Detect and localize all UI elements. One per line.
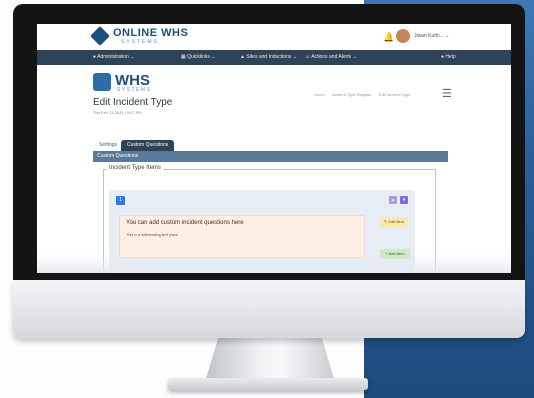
top-bar: ONLINE WHS SYSTEMS 🔔 Jiwan Kuthi... ⌄: [37, 24, 511, 51]
nav-label: Sites and Inductions: [246, 54, 292, 60]
nav-item-sites[interactable]: ▲ Sites and Inductions ⌄: [240, 54, 297, 60]
breadcrumb-current: Edit Incident Type: [378, 92, 411, 97]
filter-sliders-icon[interactable]: ☰: [442, 87, 452, 100]
brand-logo-icon: [90, 26, 110, 46]
nav-label: Administration: [97, 54, 129, 60]
section-header: Custom Questions: [93, 151, 448, 162]
breadcrumb-home[interactable]: Home: [314, 92, 325, 97]
nav-item-actions[interactable]: ☺ Actions and Alerts ⌄: [305, 54, 357, 60]
nav-label: Quicklinks: [187, 54, 210, 60]
nav-label: Actions and Alerts: [311, 54, 352, 60]
breadcrumb: Home Incident Type Register Edit Inciden…: [314, 92, 416, 97]
tab-custom-questions[interactable]: Custom Questions: [121, 140, 175, 151]
monitor-chin: [13, 280, 525, 338]
user-name: Jiwan Kuthi...: [414, 33, 444, 39]
nav-item-quicklinks[interactable]: ▦ Quicklinks ⌄: [181, 54, 216, 60]
imac-monitor: ONLINE WHS SYSTEMS 🔔 Jiwan Kuthi... ⌄ ● …: [13, 4, 525, 338]
brand-subtitle: SYSTEMS: [121, 39, 159, 45]
app-screen: ONLINE WHS SYSTEMS 🔔 Jiwan Kuthi... ⌄ ● …: [37, 24, 511, 273]
page-date: Thu Feb 13 2025 | 9:07 PM: [93, 110, 142, 115]
avatar[interactable]: [396, 29, 410, 43]
edit-item-button[interactable]: ✎ Edit Item: [380, 217, 408, 227]
nav-label: Help: [445, 54, 456, 60]
move-down-icon[interactable]: ▾: [400, 196, 408, 204]
whs-logo-icon: [93, 73, 111, 91]
item-index-button[interactable]: 1: [116, 196, 125, 205]
fieldset-legend: Incident Type Items: [107, 165, 163, 171]
notification-bell-icon[interactable]: 🔔: [383, 32, 394, 43]
nav-item-administration[interactable]: ● Administration ⌄: [93, 54, 134, 60]
breadcrumb-register[interactable]: Incident Type Register: [332, 92, 372, 97]
question-card-subheading: This is a subheading text place: [126, 233, 179, 237]
tab-settings[interactable]: Settings: [93, 140, 123, 151]
user-menu[interactable]: Jiwan Kuthi... ⌄: [414, 33, 449, 39]
screen-bottom-fade: [37, 254, 511, 273]
page-area: WHS SYSTEMS Edit Incident Type Thu Feb 1…: [37, 65, 511, 273]
move-up-icon[interactable]: ▴: [389, 196, 397, 204]
page-title: Edit Incident Type: [93, 97, 173, 108]
main-navbar: ● Administration ⌄ ▦ Quicklinks ⌄ ▲ Site…: [37, 50, 511, 65]
question-card-title: You can add custom incident questions he…: [126, 220, 244, 226]
monitor-stand-base: [168, 378, 368, 390]
brand-name[interactable]: ONLINE WHS: [113, 27, 188, 39]
edit-item-label: Edit Item: [388, 219, 405, 224]
nav-item-help[interactable]: ● Help: [441, 54, 456, 60]
whs-logo-subtitle: SYSTEMS: [117, 87, 152, 93]
